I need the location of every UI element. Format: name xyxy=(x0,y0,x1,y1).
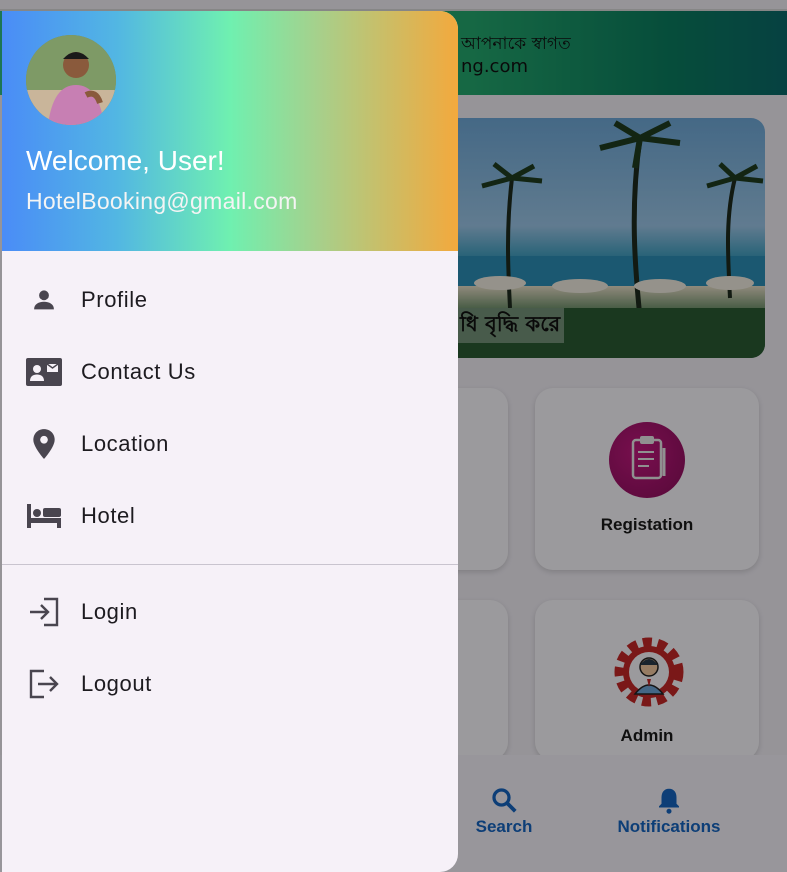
avatar[interactable] xyxy=(26,35,116,125)
menu-item-location[interactable]: Location xyxy=(2,408,458,480)
menu-item-login[interactable]: Login xyxy=(2,576,458,648)
menu-item-label: Contact Us xyxy=(81,359,196,384)
navigation-drawer: Welcome, User! HotelBooking@gmail.com Pr… xyxy=(2,11,458,872)
menu-item-label: Profile xyxy=(81,287,148,312)
menu-item-label: Location xyxy=(81,431,169,456)
contact-card-icon xyxy=(24,352,64,392)
menu-item-label: Login xyxy=(81,599,138,624)
avatar-photo-icon xyxy=(26,35,116,125)
person-icon xyxy=(24,280,64,320)
welcome-title: Welcome, User! xyxy=(26,145,225,176)
menu-item-hotel[interactable]: Hotel xyxy=(2,480,458,552)
drawer-header: Welcome, User! HotelBooking@gmail.com xyxy=(2,11,458,251)
menu-item-label: Logout xyxy=(81,671,152,696)
location-pin-icon xyxy=(24,424,64,464)
user-email: HotelBooking@gmail.com xyxy=(26,188,298,214)
logout-icon xyxy=(24,664,64,704)
menu-item-label: Hotel xyxy=(81,503,136,528)
menu-item-contact-us[interactable]: Contact Us xyxy=(2,336,458,408)
login-icon xyxy=(24,592,64,632)
menu-divider xyxy=(2,564,458,565)
menu-item-profile[interactable]: Profile xyxy=(2,264,458,336)
menu-item-logout[interactable]: Logout xyxy=(2,648,458,720)
bed-icon xyxy=(24,496,64,536)
